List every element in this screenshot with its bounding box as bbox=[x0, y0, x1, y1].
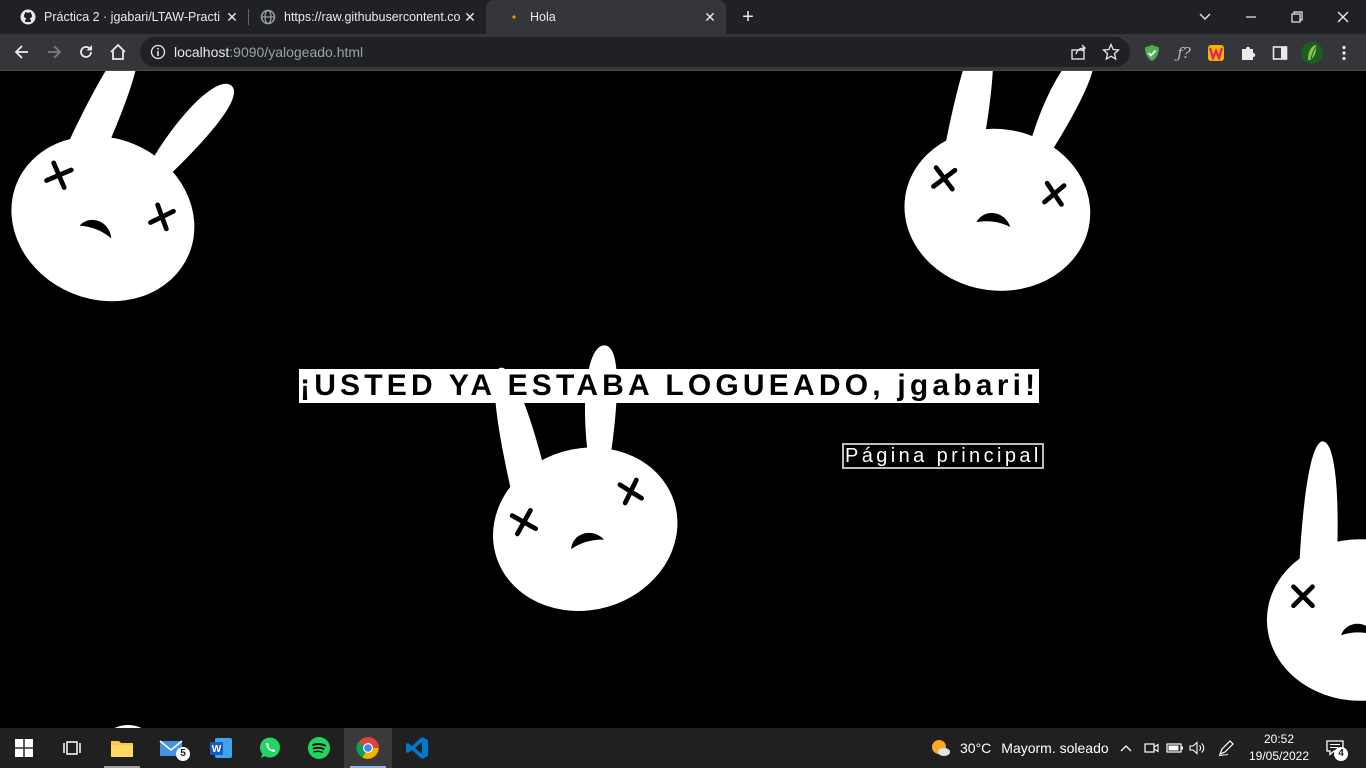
show-hidden-icons-icon[interactable] bbox=[1117, 739, 1135, 757]
page-viewport: ¡USTED YA ESTABA LOGUEADO, jgabari! Pági… bbox=[0, 71, 1366, 728]
minimize-button[interactable] bbox=[1228, 0, 1274, 34]
close-tab-icon[interactable]: ✕ bbox=[702, 9, 718, 25]
home-page-link[interactable]: Página principal bbox=[842, 443, 1044, 469]
tab-search-icon[interactable] bbox=[1182, 0, 1228, 34]
loading-dot-icon bbox=[506, 9, 522, 25]
formula-extension-icon[interactable]: ƒ? bbox=[1174, 43, 1194, 63]
bunny-illustration bbox=[0, 71, 340, 341]
bunny-illustration bbox=[820, 71, 1180, 331]
taskbar-clock[interactable]: 20:52 19/05/2022 bbox=[1244, 731, 1314, 765]
file-explorer-icon[interactable] bbox=[98, 728, 146, 768]
new-tab-button[interactable]: + bbox=[736, 5, 760, 29]
restore-button[interactable] bbox=[1274, 0, 1320, 34]
address-bar[interactable]: localhost:9090/yalogeado.html bbox=[140, 37, 1130, 67]
profile-avatar[interactable] bbox=[1300, 41, 1324, 65]
tab-title: https://raw.githubusercontent.com bbox=[284, 10, 460, 24]
browser-toolbar: localhost:9090/yalogeado.html ƒ? bbox=[0, 34, 1366, 71]
tab-title: Práctica 2 · jgabari/LTAW-Practica bbox=[44, 10, 220, 24]
word-icon[interactable]: W bbox=[197, 728, 245, 768]
mail-icon[interactable]: 5 bbox=[148, 728, 196, 768]
spotify-icon[interactable] bbox=[295, 728, 343, 768]
home-button[interactable] bbox=[103, 37, 133, 67]
sun-cloud-icon bbox=[932, 740, 950, 756]
clock-date: 19/05/2022 bbox=[1248, 749, 1310, 763]
url-path: :9090/yalogeado.html bbox=[229, 44, 364, 60]
windows-taskbar: 5 W 30°C Mayorm. soleado 20:52 19/05/202… bbox=[0, 728, 1366, 768]
browser-menu-icon[interactable] bbox=[1334, 43, 1354, 63]
adguard-extension-icon[interactable] bbox=[1142, 43, 1162, 63]
pen-workspace-icon[interactable] bbox=[1217, 739, 1235, 757]
tab-title: Hola bbox=[530, 10, 556, 24]
close-tab-icon[interactable]: ✕ bbox=[462, 9, 478, 25]
meet-now-icon[interactable] bbox=[1142, 739, 1160, 757]
extensions-puzzle-icon[interactable] bbox=[1238, 43, 1258, 63]
url-text[interactable]: localhost:9090/yalogeado.html bbox=[174, 44, 363, 60]
bunny-illustration bbox=[1180, 381, 1366, 728]
task-view-icon[interactable] bbox=[48, 728, 96, 768]
weather-temperature: 30°C bbox=[960, 740, 992, 756]
share-icon[interactable] bbox=[1070, 43, 1088, 61]
tab-github[interactable]: Práctica 2 · jgabari/LTAW-Practica ✕ bbox=[0, 0, 248, 34]
mail-unread-badge: 5 bbox=[176, 747, 190, 761]
url-host: localhost bbox=[174, 44, 230, 60]
bookmark-star-icon[interactable] bbox=[1101, 42, 1121, 61]
forward-button[interactable] bbox=[39, 37, 69, 67]
side-panel-icon[interactable] bbox=[1270, 43, 1290, 63]
back-button[interactable] bbox=[7, 37, 37, 67]
vscode-icon[interactable] bbox=[393, 728, 441, 768]
bunny-illustration bbox=[114, 725, 142, 728]
whatsapp-icon[interactable] bbox=[246, 728, 294, 768]
close-window-button[interactable] bbox=[1320, 0, 1366, 34]
clock-time: 20:52 bbox=[1263, 732, 1295, 746]
notifications-icon[interactable]: 4 bbox=[1324, 739, 1348, 761]
github-icon bbox=[20, 9, 36, 25]
globe-icon bbox=[260, 9, 276, 25]
weather-condition: Mayorm. soleado bbox=[1001, 740, 1109, 756]
page-heading: ¡USTED YA ESTABA LOGUEADO, jgabari! bbox=[299, 369, 1040, 403]
close-tab-icon[interactable]: ✕ bbox=[224, 9, 240, 25]
start-button[interactable] bbox=[0, 728, 48, 768]
weather-widget[interactable]: 30°C Mayorm. soleado bbox=[930, 728, 1109, 768]
reload-button[interactable] bbox=[71, 37, 101, 67]
bunny-illustration bbox=[400, 311, 760, 671]
volume-icon[interactable] bbox=[1189, 739, 1207, 757]
chrome-taskbar-icon[interactable] bbox=[344, 728, 392, 768]
battery-icon[interactable] bbox=[1166, 739, 1184, 757]
site-info-icon[interactable] bbox=[150, 44, 166, 60]
svg-text:W: W bbox=[212, 744, 222, 755]
tab-hola[interactable]: Hola ✕ bbox=[486, 0, 726, 34]
tab-strip: Práctica 2 · jgabari/LTAW-Practica ✕ htt… bbox=[0, 0, 1366, 34]
notifications-badge: 4 bbox=[1334, 747, 1348, 761]
tab-raw-githubusercontent[interactable]: https://raw.githubusercontent.com ✕ bbox=[240, 0, 486, 34]
w-extension-icon[interactable] bbox=[1206, 43, 1226, 63]
